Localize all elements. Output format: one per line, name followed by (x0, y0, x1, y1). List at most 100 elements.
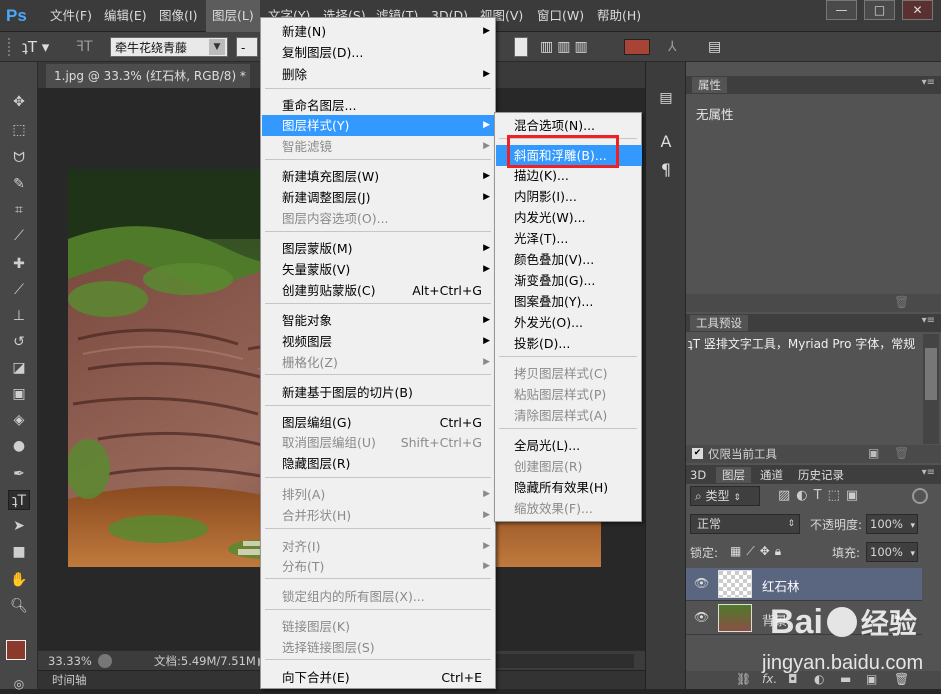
menu-image[interactable]: 图像(I) (159, 0, 197, 32)
marquee-tool-icon[interactable]: ⬚ (8, 120, 30, 140)
style-menu-item[interactable]: 全局光(L)... (496, 435, 642, 456)
pen-tool-icon[interactable]: ✒ (8, 464, 30, 484)
layer-menu-item[interactable]: 新建(N) ▶ (262, 21, 496, 42)
chevron-down-icon[interactable]: ▼ (209, 39, 225, 55)
new-preset-icon[interactable]: ▣ (868, 446, 879, 460)
style-menu-item[interactable]: 内发光(W)... (496, 207, 642, 228)
text-orientation-icon[interactable]: ꟻT (76, 36, 98, 58)
menu-window[interactable]: 窗口(W) (537, 0, 584, 32)
style-menu-item[interactable]: 外发光(O)... (496, 312, 642, 333)
lasso-tool-icon[interactable]: ᗢ (8, 148, 30, 168)
trash-icon[interactable]: 🗑︎ (894, 295, 909, 309)
menu-help[interactable]: 帮助(H) (597, 0, 641, 32)
dodge-tool-icon[interactable]: ● (8, 436, 30, 456)
vertical-type-tool-icon[interactable]: ʇT (8, 490, 30, 510)
text-vertical-icon[interactable]: ʇT ▾ (22, 36, 58, 58)
healing-brush-icon[interactable]: ✚ (8, 254, 30, 274)
warp-text-icon[interactable]: ⅄ (668, 37, 688, 57)
panel-menu-icon[interactable]: ▾≡ (922, 77, 935, 88)
tab-channels[interactable]: 通道 (760, 467, 783, 483)
opacity-field[interactable]: 100% ▾ (866, 514, 918, 534)
layer-menu-item[interactable]: 图层样式(Y) ▶ (262, 115, 496, 136)
move-tool-icon[interactable]: ✥ (8, 92, 30, 112)
zoom-level[interactable]: 33.33% (48, 651, 92, 671)
panel-menu-icon[interactable]: ▾≡ (922, 467, 935, 478)
font-family-field[interactable]: 牵牛花绕青藤 ▼ (110, 37, 228, 57)
text-align-icons[interactable]: ▥▥▥ (540, 37, 620, 57)
style-menu-item[interactable]: 混合选项(N)... (496, 115, 642, 136)
zoom-tool-icon[interactable]: 🔍︎ (8, 596, 30, 616)
stamp-tool-icon[interactable]: ⊥ (8, 306, 30, 326)
style-menu-item[interactable]: 投影(D)... (496, 333, 642, 354)
layer-filter-icons[interactable]: ▨◐T⬚▣ (778, 486, 908, 506)
brush-tool-icon[interactable]: ⟋ (8, 280, 30, 300)
layer-row-red-stone-forest[interactable]: 👁︎ 红石林 (686, 568, 922, 601)
text-color-swatch[interactable] (624, 39, 650, 55)
crop-tool-icon[interactable]: ⌗ (8, 200, 30, 220)
character-panel-icon[interactable]: A (656, 132, 676, 152)
menu-edit[interactable]: 编辑(E) (104, 0, 147, 32)
tab-history[interactable]: 历史记录 (798, 467, 844, 483)
character-panel-icon[interactable]: ▤ (708, 37, 728, 57)
blur-tool-icon[interactable]: ◈ (8, 410, 30, 430)
panel-menu-icon[interactable]: ▾≡ (922, 315, 935, 326)
style-menu-item[interactable]: 图案叠加(Y)... (496, 291, 642, 312)
link-icon[interactable]: ⛓︎ (736, 672, 751, 686)
eye-icon[interactable]: 👁︎ (694, 610, 709, 624)
layer-menu-item[interactable]: 复制图层(D)... (262, 42, 496, 63)
blend-mode-select[interactable]: 正常 ⇕ (690, 514, 800, 534)
paragraph-panel-icon[interactable]: ¶ (656, 160, 676, 180)
maximize-button[interactable]: □ (864, 0, 895, 20)
tab-tool-presets[interactable]: 工具预设 (690, 315, 748, 331)
status-info-icon[interactable] (98, 654, 112, 668)
layer-menu-item[interactable]: 删除 ▶ (262, 64, 496, 85)
gradient-tool-icon[interactable]: ▣ (8, 384, 30, 404)
fill-field[interactable]: 100% ▾ (866, 542, 918, 562)
eyedropper-tool-icon[interactable]: ⟋ (8, 226, 30, 246)
tool-preset-item[interactable]: ʇT 竖排文字工具，Myriad Pro 字体，常规 (688, 334, 920, 354)
close-window-button[interactable]: ✕ (902, 0, 933, 20)
font-style-field[interactable]: - (236, 37, 258, 57)
layer-menu-item[interactable]: 隐藏图层(R) (262, 453, 496, 474)
style-menu-item[interactable]: 隐藏所有效果(H) (496, 477, 642, 498)
foreground-color-swatch[interactable] (6, 640, 26, 660)
layer-menu-item[interactable]: 图层编组(G) Ctrl+G (262, 412, 496, 433)
style-menu-item[interactable]: 颜色叠加(V)... (496, 249, 642, 270)
style-menu-item[interactable]: 渐变叠加(G)... (496, 270, 642, 291)
filter-toggle-icon[interactable] (912, 488, 928, 504)
layer-menu-item[interactable]: 重命名图层... (262, 95, 496, 116)
layer-menu-item[interactable]: 新建基于图层的切片(B) (262, 382, 496, 403)
eraser-tool-icon[interactable]: ◪ (8, 358, 30, 378)
layer-menu-item[interactable]: 智能对象 ▶ (262, 310, 496, 331)
tab-3d[interactable]: 3D (690, 467, 706, 483)
layer-menu-item[interactable]: 图层蒙版(M) ▶ (262, 238, 496, 259)
path-select-tool-icon[interactable]: ➤ (8, 516, 30, 536)
history-brush-icon[interactable]: ↺ (8, 332, 30, 352)
style-menu-item[interactable]: 内阴影(I)... (496, 186, 642, 207)
layer-menu-item[interactable]: 向下合并(E) Ctrl+E (262, 667, 496, 688)
layer-menu-item[interactable]: 新建调整图层(J) ▶ (262, 187, 496, 208)
menu-layer[interactable]: 图层(L) (206, 0, 260, 32)
style-menu-item[interactable]: 描边(K)... (496, 165, 642, 186)
quick-select-tool-icon[interactable]: ✎ (8, 174, 30, 194)
style-menu-item[interactable]: 光泽(T)... (496, 228, 642, 249)
lock-icons[interactable]: ▦⟋✥🔒︎ (730, 542, 810, 560)
layer-menu-item[interactable]: 矢量蒙版(V) ▶ (262, 259, 496, 280)
minimize-button[interactable]: — (826, 0, 857, 20)
trash-icon[interactable]: 🗑︎ (894, 446, 909, 460)
layer-menu-item[interactable]: 视频图层 ▶ (262, 331, 496, 352)
shape-tool-icon[interactable]: ■ (8, 542, 30, 562)
quick-mask-icon[interactable]: ◎ (8, 674, 30, 694)
current-tool-checkbox[interactable]: ✔ (692, 448, 703, 459)
presets-scrollbar[interactable] (923, 334, 939, 444)
history-panel-icon[interactable]: ▤ (656, 90, 676, 110)
font-size-field[interactable] (514, 37, 528, 57)
tab-properties[interactable]: 属性 (692, 77, 727, 93)
tab-layers[interactable]: 图层 (716, 467, 751, 483)
layer-menu-item[interactable]: 创建剪贴蒙版(C) Alt+Ctrl+G (262, 280, 496, 301)
layer-menu-item[interactable]: 新建填充图层(W) ▶ (262, 166, 496, 187)
eye-icon[interactable]: 👁︎ (694, 576, 709, 590)
menu-file[interactable]: 文件(F) (50, 0, 92, 32)
hand-tool-icon[interactable]: ✋ (8, 570, 30, 590)
layer-filter-select[interactable]: ⌕ 类型 ⇕ (690, 486, 760, 506)
